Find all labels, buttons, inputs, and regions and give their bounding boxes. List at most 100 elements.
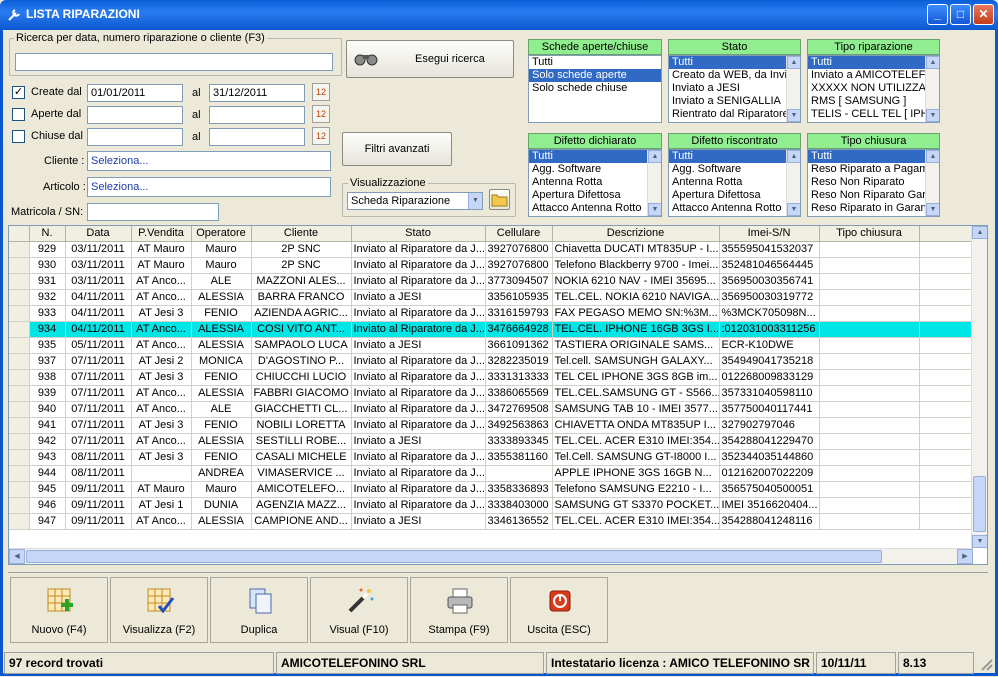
table-row[interactable]: 931 03/11/2011 AT Anco... ALE MAZZONI ALES..… bbox=[9, 273, 977, 290]
table-cell[interactable]: 3386065569 bbox=[485, 385, 553, 402]
table-cell[interactable]: 3333893345 bbox=[485, 433, 553, 450]
table-cell[interactable]: 08/11/2011 bbox=[65, 449, 132, 466]
row-selector[interactable] bbox=[9, 433, 30, 450]
table-cell[interactable] bbox=[819, 465, 920, 482]
table-cell[interactable]: Chiavetta DUCATI MT835UP - I... bbox=[552, 241, 720, 258]
row-selector[interactable] bbox=[9, 337, 30, 354]
table-cell[interactable]: 352344035144860 bbox=[719, 449, 820, 466]
table-cell[interactable]: 943 bbox=[29, 449, 66, 466]
table-cell[interactable]: 07/11/2011 bbox=[65, 353, 132, 370]
table-cell[interactable]: 3331313333 bbox=[485, 369, 553, 386]
table-row[interactable]: 947 09/11/2011 AT Anco... ALESSIA CAMPIONE A… bbox=[9, 513, 977, 530]
calendar-icon[interactable]: 12 bbox=[312, 105, 330, 123]
table-cell[interactable]: 09/11/2011 bbox=[65, 481, 132, 498]
column-header[interactable]: P.Vendita bbox=[131, 226, 192, 242]
repairs-table[interactable]: N. Data P.Vendita Operatore Cliente Stat… bbox=[8, 225, 988, 565]
row-selector[interactable] bbox=[9, 353, 30, 370]
list-item[interactable]: TELIS - CELL TEL [ IPH bbox=[808, 108, 925, 121]
calendar-icon[interactable]: 12 bbox=[312, 127, 330, 145]
scrollbar[interactable]: ▲ ▼ bbox=[786, 150, 800, 216]
table-row[interactable]: 937 07/11/2011 AT Jesi 2 MONICA D'AGOSTINO P… bbox=[9, 353, 977, 370]
duplicate-button[interactable]: Duplica bbox=[210, 577, 308, 643]
folder-button[interactable] bbox=[489, 189, 510, 210]
list-item[interactable]: Tutti bbox=[529, 150, 647, 163]
view-button[interactable]: Visualizza (F2) bbox=[110, 577, 208, 643]
table-cell[interactable]: 946 bbox=[29, 497, 66, 514]
table-cell[interactable]: AT Jesi 3 bbox=[131, 449, 192, 466]
list-item[interactable]: Inviato a JESI bbox=[669, 82, 786, 95]
table-cell[interactable]: IMEI 3516620404... bbox=[719, 497, 820, 514]
table-cell[interactable]: 3472769508 bbox=[485, 401, 553, 418]
table-cell[interactable]: BARRA FRANCO bbox=[251, 289, 352, 306]
table-cell[interactable]: CASALI MICHELE bbox=[251, 449, 352, 466]
table-cell[interactable]: AT Jesi 2 bbox=[131, 353, 192, 370]
table-cell[interactable] bbox=[819, 337, 920, 354]
table-cell[interactable]: Telefono Blackberry 9700 - Imei... bbox=[552, 257, 720, 274]
table-cell[interactable]: Inviato al Riparatore da J... bbox=[351, 369, 486, 386]
scroll-up-icon[interactable]: ▲ bbox=[648, 150, 661, 163]
table-cell[interactable]: Inviato al Riparatore da J... bbox=[351, 465, 486, 482]
table-cell[interactable]: Mauro bbox=[191, 241, 252, 258]
table-cell[interactable]: Inviato al Riparatore da J... bbox=[351, 449, 486, 466]
table-cell[interactable]: TEL.CEL. ACER E310 IMEI:354... bbox=[552, 433, 720, 450]
view-select[interactable]: Scheda Riparazione ▼ bbox=[347, 192, 483, 210]
table-cell[interactable]: 3356105935 bbox=[485, 289, 553, 306]
list-item[interactable]: Tutti bbox=[669, 56, 786, 69]
scroll-down-icon[interactable]: ▼ bbox=[787, 203, 800, 216]
table-row[interactable]: 938 07/11/2011 AT Jesi 3 FENIO CHIUCCHI LUCI… bbox=[9, 369, 977, 386]
table-cell[interactable]: AT Jesi 1 bbox=[131, 497, 192, 514]
table-cell[interactable]: AT Anco... bbox=[131, 513, 192, 530]
table-cell[interactable]: 938 bbox=[29, 369, 66, 386]
listbox-body[interactable]: Tutti Creato da WEB, da Invi Inviato a J… bbox=[668, 55, 801, 123]
table-cell[interactable] bbox=[819, 433, 920, 450]
row-selector[interactable] bbox=[9, 449, 30, 466]
table-cell[interactable]: 356950030319772 bbox=[719, 289, 820, 306]
table-cell[interactable]: ALESSIA bbox=[191, 289, 252, 306]
maximize-button[interactable]: □ bbox=[950, 4, 971, 25]
table-cell[interactable]: 932 bbox=[29, 289, 66, 306]
resize-grip-icon[interactable] bbox=[976, 652, 994, 674]
table-cell[interactable]: AT Jesi 3 bbox=[131, 305, 192, 322]
scroll-up-icon[interactable]: ▲ bbox=[787, 150, 800, 163]
table-row[interactable]: 929 03/11/2011 AT Mauro Mauro 2P SNC Inviato … bbox=[9, 241, 977, 258]
column-header[interactable]: Tipo chiusura bbox=[819, 226, 920, 242]
table-cell[interactable]: Inviato a JESI bbox=[351, 337, 486, 354]
list-item[interactable]: Reso Non Riparato bbox=[808, 176, 925, 189]
scrollbar[interactable]: ▲ ▼ bbox=[925, 150, 939, 216]
table-cell[interactable]: SESTILLI ROBE... bbox=[251, 433, 352, 450]
table-cell[interactable]: 356575040500051 bbox=[719, 481, 820, 498]
table-cell[interactable]: 354288041229470 bbox=[719, 433, 820, 450]
table-row[interactable]: 930 03/11/2011 AT Mauro Mauro 2P SNC Inviato … bbox=[9, 257, 977, 274]
matricola-input[interactable] bbox=[87, 203, 219, 221]
table-cell[interactable]: FAX PEGASO MEMO SN:%3M... bbox=[552, 305, 720, 322]
print-button[interactable]: Stampa (F9) bbox=[410, 577, 508, 643]
table-cell[interactable]: AT Jesi 3 bbox=[131, 417, 192, 434]
table-cell[interactable]: 07/11/2011 bbox=[65, 417, 132, 434]
table-cell[interactable]: SAMSUNG TAB 10 - IMEI 3577... bbox=[552, 401, 720, 418]
table-cell[interactable]: 3338403000 bbox=[485, 497, 553, 514]
table-cell[interactable]: ALE bbox=[191, 273, 252, 290]
row-selector[interactable] bbox=[9, 481, 30, 498]
table-row[interactable]: 934 04/11/2011 AT Anco... ALESSIA COSI VITO … bbox=[9, 321, 977, 338]
table-cell[interactable]: TASTIERA ORIGINALE SAMS... bbox=[552, 337, 720, 354]
table-cell[interactable]: 3492563863 bbox=[485, 417, 553, 434]
table-cell[interactable]: AMICOTELEFO... bbox=[251, 481, 352, 498]
table-cell[interactable]: 947 bbox=[29, 513, 66, 530]
scroll-down-icon[interactable]: ▼ bbox=[972, 535, 987, 548]
table-cell[interactable]: MAZZONI ALES... bbox=[251, 273, 352, 290]
column-header[interactable]: Cellulare bbox=[485, 226, 553, 242]
list-item[interactable]: XXXXX NON UTILIZZA bbox=[808, 82, 925, 95]
list-item[interactable]: Inviato a AMICOTELEF bbox=[808, 69, 925, 82]
table-cell[interactable]: CAMPIONE AND... bbox=[251, 513, 352, 530]
advanced-filters-button[interactable]: Filtri avanzati bbox=[342, 132, 452, 166]
column-header[interactable]: Descrizione bbox=[552, 226, 720, 242]
column-header[interactable]: Operatore bbox=[191, 226, 252, 242]
table-row[interactable]: 941 07/11/2011 AT Jesi 3 FENIO NOBILI LORETT… bbox=[9, 417, 977, 434]
closed-from-input[interactable] bbox=[87, 128, 183, 146]
table-row[interactable]: 944 08/11/2011 ANDREA VIMASERVICE ... Inviat… bbox=[9, 465, 977, 482]
table-cell[interactable]: APPLE IPHONE 3GS 16GB N... bbox=[552, 465, 720, 482]
row-selector[interactable] bbox=[9, 417, 30, 434]
row-selector[interactable] bbox=[9, 385, 30, 402]
scroll-down-icon[interactable]: ▼ bbox=[787, 109, 800, 122]
listbox-body[interactable]: Tutti Inviato a AMICOTELEF XXXXX NON UTI… bbox=[807, 55, 940, 123]
